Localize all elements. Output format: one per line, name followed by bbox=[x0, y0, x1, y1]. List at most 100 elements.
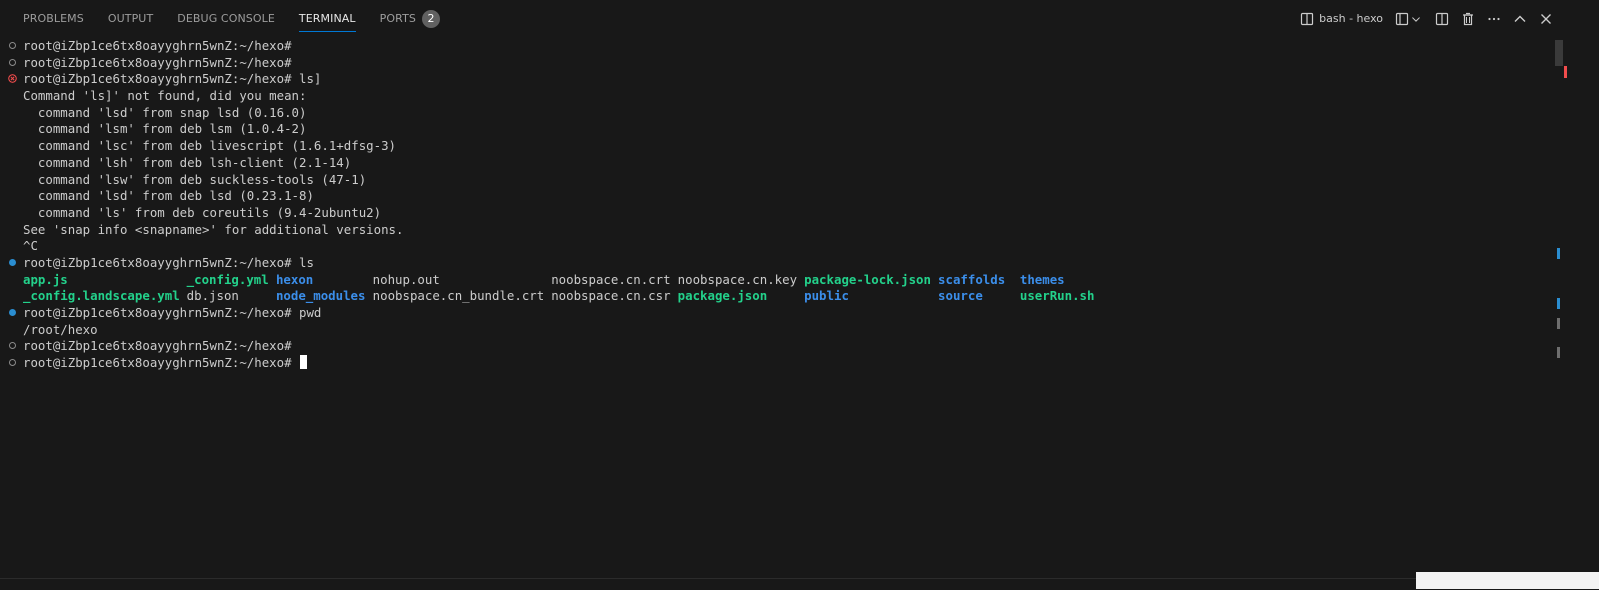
ls-entry: source bbox=[938, 288, 983, 304]
terminal-line: root@iZbp1ce6tx8oayyghrn5wnZ:~/hexo# pwd bbox=[0, 305, 1555, 322]
terminal-line: root@iZbp1ce6tx8oayyghrn5wnZ:~/hexo# bbox=[0, 38, 1555, 55]
split-panel-icon bbox=[1435, 12, 1449, 25]
tab-ports[interactable]: PORTS 2 bbox=[380, 0, 440, 37]
ls-entry: scaffolds bbox=[938, 271, 1006, 287]
terminal-line: root@iZbp1ce6tx8oayyghrn5wnZ:~/hexo# bbox=[0, 355, 1555, 372]
terminal-text: root@iZbp1ce6tx8oayyghrn5wnZ:~/hexo# ls bbox=[23, 254, 314, 270]
tab-label: PROBLEMS bbox=[23, 12, 84, 25]
tab-problems[interactable]: PROBLEMS bbox=[23, 0, 84, 37]
terminal-line: command 'lsm' from deb lsm (1.0.4-2) bbox=[0, 121, 1555, 138]
terminal-line: Command 'ls]' not found, did you mean: bbox=[0, 88, 1555, 105]
terminal-line: root@iZbp1ce6tx8oayyghrn5wnZ:~/hexo# ls] bbox=[0, 71, 1555, 88]
terminal-text: command 'lsm' from deb lsm (1.0.4-2) bbox=[23, 121, 307, 137]
terminal-text: /root/hexo bbox=[23, 321, 98, 337]
terminal-line: root@iZbp1ce6tx8oayyghrn5wnZ:~/hexo# ls bbox=[0, 255, 1555, 272]
ellipsis-icon bbox=[1488, 17, 1500, 20]
ls-entry: noobspace.cn.key bbox=[677, 271, 798, 287]
command-success-icon[interactable] bbox=[9, 309, 16, 316]
terminal-line: root@iZbp1ce6tx8oayyghrn5wnZ:~/hexo# bbox=[0, 55, 1555, 72]
terminal-line: command 'lsc' from deb livescript (1.6.1… bbox=[0, 138, 1555, 155]
tab-label: OUTPUT bbox=[107, 12, 154, 25]
more-actions-button[interactable] bbox=[1487, 12, 1501, 26]
terminal-selector[interactable]: bash - hexo bbox=[1300, 12, 1383, 26]
terminal-line: command 'lsh' from deb lsh-client (2.1-1… bbox=[0, 155, 1555, 172]
chevron-down-icon bbox=[1412, 16, 1420, 22]
ls-entry: public bbox=[804, 288, 849, 304]
ls-entry: db.json bbox=[186, 288, 239, 304]
active-terminal-label: bash - hexo bbox=[1319, 12, 1383, 25]
command-decoration-icon[interactable] bbox=[9, 58, 16, 66]
corner-overlay bbox=[1416, 572, 1599, 589]
ls-output-row: _config.landscape.yml db.json node_modules… bbox=[0, 288, 1555, 305]
ls-entry: _config.landscape.yml bbox=[23, 288, 180, 304]
terminal-output[interactable]: root@iZbp1ce6tx8oayyghrn5wnZ:~/hexo# root… bbox=[0, 38, 1555, 578]
command-decoration-icon[interactable] bbox=[9, 359, 16, 367]
ls-entry: nohup.out bbox=[372, 271, 440, 287]
prompt-marker bbox=[1557, 347, 1560, 358]
ls-entry: noobspace.cn.csr bbox=[551, 288, 671, 304]
terminal-line: /root/hexo bbox=[0, 322, 1555, 339]
ls-entry: package-lock.json bbox=[804, 271, 931, 287]
tab-label: DEBUG CONSOLE bbox=[177, 12, 275, 25]
tab-output[interactable]: OUTPUT bbox=[108, 0, 153, 37]
split-panel-button[interactable] bbox=[1435, 12, 1449, 26]
tab-label: PORTS bbox=[379, 12, 416, 25]
trash-icon bbox=[1463, 12, 1473, 25]
terminal-line: command 'lsw' from deb suckless-tools (4… bbox=[0, 172, 1555, 189]
terminal-text: root@iZbp1ce6tx8oayyghrn5wnZ:~/hexo# bbox=[23, 338, 292, 354]
status-strip bbox=[0, 578, 1599, 590]
terminal-line: command 'ls' from deb coreutils (9.4-2ub… bbox=[0, 205, 1555, 222]
ls-entry: app.js bbox=[23, 271, 68, 287]
error-marker bbox=[1564, 66, 1567, 78]
prompt-marker bbox=[1557, 318, 1560, 329]
new-terminal-dropdown[interactable] bbox=[1395, 12, 1421, 26]
ls-entry: noobspace.cn_bundle.crt bbox=[372, 288, 545, 304]
command-decoration-icon[interactable] bbox=[9, 42, 16, 49]
ls-entry: userRun.sh bbox=[1019, 288, 1095, 304]
terminal-text: root@iZbp1ce6tx8oayyghrn5wnZ:~/hexo# bbox=[23, 54, 292, 70]
terminal-cursor bbox=[300, 355, 308, 370]
kill-terminal-button[interactable] bbox=[1461, 12, 1475, 26]
close-icon bbox=[1541, 13, 1551, 24]
terminal-line: See 'snap info <snapname>' for additiona… bbox=[0, 222, 1555, 239]
command-marker bbox=[1557, 298, 1560, 309]
panel-tabs: PROBLEMS OUTPUT DEBUG CONSOLE TERMINAL P… bbox=[23, 0, 464, 37]
terminal-text: root@iZbp1ce6tx8oayyghrn5wnZ:~/hexo# pwd bbox=[23, 305, 322, 320]
tab-label: TERMINAL bbox=[298, 12, 356, 25]
ls-entry: package.json bbox=[677, 288, 768, 304]
terminal-text: command 'lsh' from deb lsh-client (2.1-1… bbox=[23, 154, 352, 170]
terminal-text: root@iZbp1ce6tx8oayyghrn5wnZ:~/hexo# ls] bbox=[23, 71, 322, 87]
ls-output-row: app.js _config.yml hexon nohup.out noobspace… bbox=[0, 272, 1555, 289]
scrollbar-track-mark bbox=[1555, 40, 1563, 66]
tab-debug-console[interactable]: DEBUG CONSOLE bbox=[177, 0, 275, 37]
command-marker bbox=[1557, 248, 1560, 259]
terminal-icon bbox=[1301, 12, 1314, 25]
terminal-text: root@iZbp1ce6tx8oayyghrn5wnZ:~/hexo# bbox=[23, 355, 300, 371]
chevron-up-icon bbox=[1514, 15, 1526, 22]
terminal-text: command 'lsd' from snap lsd (0.16.0) bbox=[23, 104, 307, 120]
ls-entry: noobspace.cn.crt bbox=[551, 271, 671, 287]
terminal-text: command 'lsw' from deb suckless-tools (4… bbox=[23, 171, 367, 187]
terminal-text: ^C bbox=[23, 238, 38, 254]
panel-header: PROBLEMS OUTPUT DEBUG CONSOLE TERMINAL P… bbox=[0, 0, 1599, 37]
ports-count-badge: 2 bbox=[422, 9, 440, 28]
terminal-text: command 'ls' from deb coreutils (9.4-2ub… bbox=[23, 204, 382, 220]
close-panel-button[interactable] bbox=[1539, 12, 1553, 26]
terminal-text: Command 'ls]' not found, did you mean: bbox=[23, 88, 307, 104]
terminal-line: command 'lsd' from deb lsd (0.23.1-8) bbox=[0, 188, 1555, 205]
terminal-line: ^C bbox=[0, 238, 1555, 255]
panel-actions: bash - hexo bbox=[1290, 0, 1553, 37]
terminal-text: See 'snap info <snapname>' for additiona… bbox=[23, 221, 404, 237]
command-success-icon[interactable] bbox=[9, 258, 16, 266]
maximize-panel-button[interactable] bbox=[1513, 12, 1527, 26]
tab-terminal[interactable]: TERMINAL bbox=[298, 0, 356, 37]
command-decoration-icon[interactable] bbox=[9, 342, 16, 350]
ls-entry: themes bbox=[1019, 271, 1065, 287]
terminal-scrollbar[interactable] bbox=[1555, 37, 1569, 578]
terminal-line: root@iZbp1ce6tx8oayyghrn5wnZ:~/hexo# bbox=[0, 338, 1555, 355]
ls-entry: node_modules bbox=[275, 288, 366, 304]
terminal-line: command 'lsd' from snap lsd (0.16.0) bbox=[0, 105, 1555, 122]
command-failed-icon[interactable] bbox=[8, 74, 17, 84]
terminal-text: root@iZbp1ce6tx8oayyghrn5wnZ:~/hexo# bbox=[23, 38, 292, 53]
ls-entry: _config.yml bbox=[186, 271, 269, 287]
